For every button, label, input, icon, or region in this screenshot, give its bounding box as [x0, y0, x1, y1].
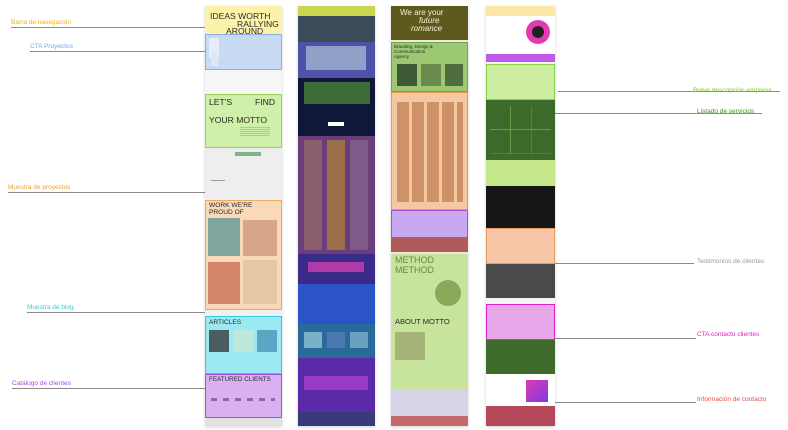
section-white: [205, 70, 282, 94]
about-heading: ABOUT MOTTO: [395, 317, 450, 326]
contact-graphic: [526, 380, 548, 402]
articles-heading: ARTICLES: [209, 319, 242, 326]
section-projects: [486, 228, 555, 264]
blog-card: [304, 332, 322, 348]
annotation-label-cta-projects: CTA Proyectos: [30, 43, 73, 50]
blog-card: [350, 332, 368, 348]
annotation-line: [11, 27, 211, 28]
site-screenshot-4: [486, 6, 555, 426]
annotation-label-testimonials: Testimonios de clientes: [697, 258, 765, 265]
work-line2: PROUD OF: [209, 209, 244, 216]
project-image: [243, 260, 277, 304]
section-logos: [391, 210, 468, 238]
cta-image: [211, 50, 218, 66]
annotation-line: [534, 263, 694, 264]
blog-card: [327, 332, 345, 348]
about-image: [395, 332, 425, 360]
method-circle: [435, 280, 461, 306]
gray-text: [211, 180, 225, 181]
motto-line3: YOUR MOTTO: [209, 115, 268, 125]
hero-graphic: [532, 26, 544, 38]
section-light: [486, 160, 555, 186]
site-screenshot-1: IDEAS WORTH RALLYING AROUND LET'S FIND Y…: [205, 6, 282, 426]
method-line2: METHOD: [395, 265, 434, 275]
description-button[interactable]: [328, 122, 344, 126]
project-image: [243, 220, 277, 256]
annotation-line: [30, 51, 211, 52]
blog-card: [233, 330, 253, 352]
blog-card: [209, 330, 229, 352]
motto-line1: LET'S: [209, 97, 233, 107]
agency-image: [397, 64, 417, 86]
cta-contact-bar: [304, 376, 368, 390]
site-screenshot-2: [298, 6, 375, 426]
site-screenshot-3: We are your future romance Branding, Des…: [391, 6, 468, 426]
annotation-label-contact-info: Información de contacto: [697, 396, 767, 403]
project-column: [350, 140, 368, 250]
section-dark: [486, 186, 555, 228]
project-column: [327, 140, 345, 250]
section-navbar: [298, 6, 375, 16]
agency-image: [421, 64, 441, 86]
agency-line3: Agency: [394, 54, 410, 59]
blog-card: [257, 330, 277, 352]
section-navbar: [486, 6, 555, 16]
section-green: [486, 340, 555, 374]
gray-button[interactable]: [235, 152, 261, 156]
clients-heading: FEATURED CLIENTS: [209, 376, 271, 383]
section-footer: [391, 416, 468, 426]
section-footer: [205, 418, 282, 426]
section-cta-contact: [486, 304, 555, 340]
motto-line2: FIND: [255, 97, 276, 107]
hero-line3: romance: [411, 24, 443, 33]
project-grid: [397, 102, 463, 202]
annotation-label-navbar: Barra de navegación: [11, 19, 71, 26]
annotation-label-blog: Muestra de blog: [27, 304, 74, 311]
cta-bar: [308, 262, 364, 272]
project-image: [208, 218, 240, 256]
section-description: [486, 64, 555, 100]
annotation-label-clients: Catálogo de clientes: [12, 380, 71, 387]
method-line1: METHOD: [395, 255, 434, 265]
annotation-line: [548, 338, 696, 339]
section-hero: [298, 16, 375, 42]
annotation-label-services: Listado de servicios: [697, 108, 755, 115]
section-testimonials: [486, 264, 555, 298]
section-footer: [391, 238, 468, 252]
annotation-label-description: Breve descripción empresa: [693, 87, 772, 94]
services-grid: [490, 106, 551, 154]
annotation-label-cta-contact: CTA contacto clientes: [697, 331, 760, 338]
project-image: [208, 262, 240, 304]
project-column: [304, 140, 322, 250]
annotation-label-projects: Muestra de proyectos: [8, 184, 71, 191]
section-contact-info: [486, 406, 555, 426]
hero-image: [306, 46, 366, 70]
section-cta-bar: [486, 54, 555, 62]
section-testimonials: [298, 284, 375, 324]
agency-image: [445, 64, 463, 86]
description-image: [304, 82, 370, 104]
motto-text-lines: [240, 127, 270, 137]
section-contact: [391, 390, 468, 416]
client-logos: [211, 398, 275, 401]
section-footer: [298, 412, 375, 426]
